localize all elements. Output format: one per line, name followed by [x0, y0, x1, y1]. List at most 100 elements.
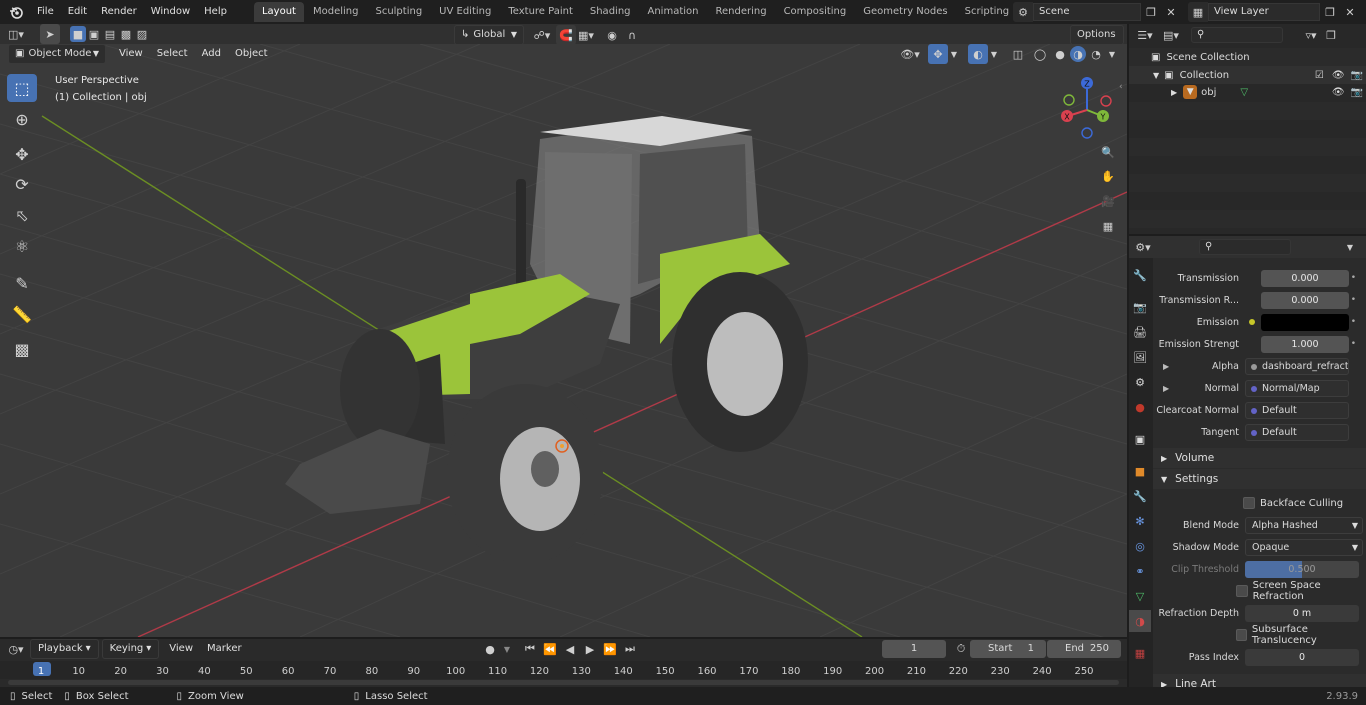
sidebar-toggle-icon[interactable]: ‹	[1119, 82, 1123, 92]
output-tab-icon[interactable]: 🖨	[1129, 321, 1151, 343]
tab-animation[interactable]: Animation	[640, 2, 707, 22]
backface-culling-row[interactable]: Backface Culling	[1153, 493, 1366, 513]
new-collection-icon[interactable]: ❐	[1321, 25, 1341, 45]
remove-view-layer-icon[interactable]: ✕	[1340, 2, 1360, 22]
property-slider[interactable]: 0.000	[1261, 269, 1349, 287]
expand-icon[interactable]: ▶	[1163, 362, 1169, 371]
particles-tab-icon[interactable]: ✻	[1129, 510, 1151, 532]
refraction-depth-field[interactable]: 0 m	[1245, 604, 1359, 622]
tab-layout[interactable]: Layout	[253, 2, 304, 22]
material-tab-icon[interactable]: ◑	[1129, 610, 1151, 632]
pan-hand-icon[interactable]: ✋	[1098, 166, 1118, 186]
tab-uv-editing[interactable]: UV Editing	[431, 2, 499, 22]
gizmo-toggle-icon[interactable]: ✥	[928, 44, 948, 64]
physics-tab-icon[interactable]: ◎	[1129, 535, 1151, 557]
jump-keyframe-forward-icon[interactable]: ⏩	[600, 639, 620, 659]
tab-modeling[interactable]: Modeling	[305, 2, 367, 22]
mesh-data-tab-icon[interactable]: ▽	[1129, 585, 1151, 607]
properties-search-input[interactable]: ⚲	[1199, 239, 1291, 255]
scene-collection-row[interactable]: ▣ Scene Collection	[1151, 49, 1250, 65]
proportional-edit-icon[interactable]: ◉	[602, 25, 622, 45]
overlays-menu-icon[interactable]: ▼	[988, 44, 1000, 64]
blend-mode-dropdown[interactable]: Alpha Hashed ▼	[1245, 516, 1363, 534]
gizmo-menu-icon[interactable]: ▼	[948, 44, 960, 64]
expand-icon[interactable]: ▶	[1163, 384, 1169, 393]
falloff-icon[interactable]: ∩	[622, 25, 642, 45]
tab-geometry-nodes[interactable]: Geometry Nodes	[855, 2, 955, 22]
play-icon[interactable]: ▶	[580, 639, 600, 659]
tab-rendering[interactable]: Rendering	[707, 2, 774, 22]
eye-icon[interactable]: 👁	[1332, 70, 1345, 81]
render-camera-icon[interactable]: 📷	[1351, 87, 1363, 98]
navigation-gizmo[interactable]: Z Y X	[1056, 72, 1118, 142]
end-frame-field[interactable]: End 250	[1047, 640, 1121, 658]
blender-logo-icon[interactable]	[6, 2, 26, 22]
volume-section[interactable]: ▶ Volume	[1153, 448, 1366, 468]
timeline-menu-view[interactable]: View	[162, 639, 200, 659]
mode-dropdown[interactable]: ▣ Object Mode ▼	[8, 44, 106, 64]
viewport-menu-select[interactable]: Select	[150, 44, 195, 64]
overlays-toggle-icon[interactable]: ◐	[968, 44, 988, 64]
scene-field[interactable]: Scene	[1033, 3, 1141, 21]
select-extend-icon[interactable]: ▣	[86, 24, 102, 44]
timeline-menu-keying[interactable]: Keying ▾	[101, 639, 160, 659]
world-tab-icon[interactable]: ●	[1129, 396, 1151, 418]
timeline-menu-playback[interactable]: Playback ▾	[30, 639, 99, 659]
property-link-field[interactable]: dashboard_refractio...	[1245, 357, 1349, 375]
scene-icon[interactable]: ⚙	[1013, 2, 1033, 22]
collection-row[interactable]: ▼ ▣ Collection ☑ 👁 📷	[1153, 67, 1363, 83]
collection-tab-icon[interactable]: ▣	[1129, 428, 1151, 450]
collapse-icon[interactable]: ▼	[1153, 71, 1159, 80]
keyframe-dot-icon[interactable]: •	[1351, 273, 1356, 283]
settings-section[interactable]: ▼ Settings	[1153, 469, 1366, 489]
xray-icon[interactable]: ◫	[1008, 44, 1028, 64]
jump-keyframe-back-icon[interactable]: ⏪	[540, 639, 560, 659]
editor-type-icon[interactable]: ◫▾	[6, 24, 26, 44]
render-camera-icon[interactable]: 📷	[1351, 70, 1363, 81]
tab-texture-paint[interactable]: Texture Paint	[500, 2, 581, 22]
snap-icon[interactable]: 🧲	[556, 25, 576, 45]
filter-icon[interactable]: ▿▾	[1301, 25, 1321, 45]
menu-window[interactable]: Window	[144, 2, 197, 22]
cursor-icon[interactable]: ⊕	[7, 105, 37, 133]
property-link-field[interactable]: Default	[1245, 423, 1349, 441]
keyframe-dot-icon[interactable]: •	[1351, 295, 1356, 305]
tool-tab-icon[interactable]: 🔧	[1129, 264, 1151, 286]
select-intersect-icon[interactable]: ▨	[134, 24, 150, 44]
viewport-menu-add[interactable]: Add	[195, 44, 228, 64]
transform-icon[interactable]: ⚛	[7, 232, 37, 260]
menu-help[interactable]: Help	[197, 2, 234, 22]
backface-culling-checkbox[interactable]	[1243, 497, 1255, 509]
outliner-editor-icon[interactable]: ☰▾	[1135, 25, 1155, 45]
texture-tab-icon[interactable]: ▦	[1129, 642, 1151, 664]
exclude-checkbox-icon[interactable]: ☑	[1315, 70, 1324, 81]
camera-icon[interactable]: 🎥	[1098, 191, 1118, 211]
viewport-menu-view[interactable]: View	[112, 44, 150, 64]
timeline-menu-marker[interactable]: Marker	[200, 639, 249, 659]
3d-viewport[interactable]: User Perspective (1) Collection | obj ▣ …	[0, 44, 1127, 637]
object-row[interactable]: ▶ ▼ obj ▽ 👁 📷	[1171, 84, 1363, 100]
keyframe-dot-icon[interactable]: •	[1351, 317, 1356, 327]
menu-render[interactable]: Render	[94, 2, 144, 22]
view-layer-field[interactable]: View Layer	[1208, 3, 1320, 21]
play-reverse-icon[interactable]: ◀	[560, 639, 580, 659]
keyframe-dot-icon[interactable]: •	[1351, 339, 1356, 349]
eye-icon[interactable]: 👁	[1332, 87, 1345, 98]
render-tab-icon[interactable]: 📷	[1129, 296, 1151, 318]
view-layer-tab-icon[interactable]: 🖼	[1129, 346, 1151, 368]
zoom-icon[interactable]: 🔍	[1098, 142, 1118, 162]
rotate-icon[interactable]: ⟳	[7, 170, 37, 198]
start-frame-field[interactable]: Start 1	[970, 640, 1046, 658]
jump-start-icon[interactable]: ⏮	[520, 639, 540, 659]
new-view-layer-icon[interactable]: ❐	[1320, 2, 1340, 22]
jump-end-icon[interactable]: ⏭	[620, 639, 640, 659]
current-frame-field[interactable]: 1	[882, 640, 946, 658]
scene-tab-icon[interactable]: ⚙	[1129, 371, 1151, 393]
shading-menu-icon[interactable]: ▼	[1106, 44, 1118, 64]
menu-file[interactable]: File	[30, 2, 61, 22]
new-scene-icon[interactable]: ❐	[1141, 2, 1161, 22]
keying-menu-icon[interactable]: ▼	[497, 639, 517, 659]
line-art-section[interactable]: ▶ Line Art	[1153, 674, 1366, 687]
annotate-icon[interactable]: ✎	[7, 269, 37, 297]
viewport-menu-object[interactable]: Object	[228, 44, 275, 64]
